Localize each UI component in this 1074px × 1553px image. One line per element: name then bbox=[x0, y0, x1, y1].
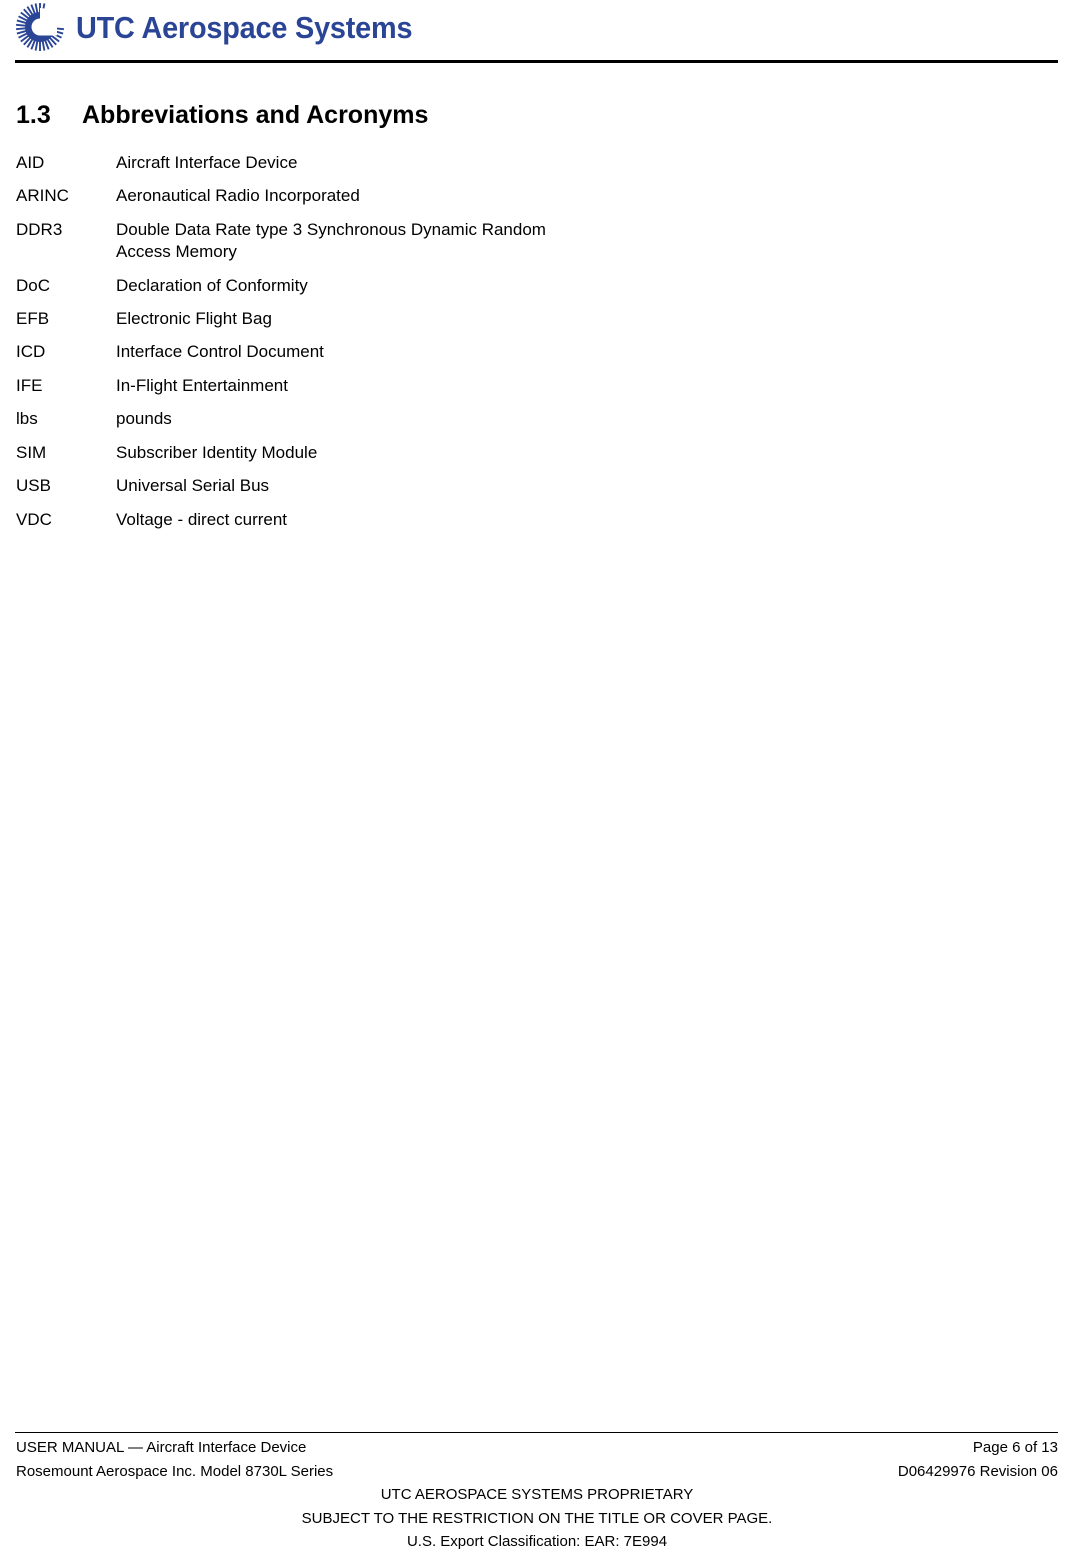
footer-page-number: Page 6 of 13 bbox=[972, 1439, 1058, 1456]
abbreviation-term: USB bbox=[16, 476, 51, 496]
brand-wordmark: UTC Aerospace Systems bbox=[76, 9, 413, 45]
abbreviation-term: EFB bbox=[16, 308, 50, 328]
list-item: SIM Subscriber Identity Module bbox=[0, 442, 1074, 475]
abbreviation-definition: Electronic Flight Bag bbox=[116, 308, 272, 328]
abbreviation-definition: Aircraft Interface Device bbox=[116, 152, 298, 172]
brand-logo: UTC Aerospace Systems bbox=[14, 2, 438, 52]
list-item: EFB Electronic Flight Bag bbox=[0, 308, 1074, 341]
footer-line-second: Rosemount Aerospace Inc. Model 8730L Ser… bbox=[0, 1460, 1074, 1484]
list-item: lbs pounds bbox=[0, 408, 1074, 441]
abbreviation-definition: Universal Serial Bus bbox=[116, 476, 270, 496]
abbreviation-definition: Aeronautical Radio Incorporated bbox=[116, 186, 360, 206]
abbreviation-term: ICD bbox=[16, 342, 46, 362]
page-title: 1.3 Abbreviations and Acronyms bbox=[0, 68, 1074, 130]
list-item: DDR3 Double Data Rate type 3 Synchronous… bbox=[0, 219, 1074, 275]
list-item: USB Universal Serial Bus bbox=[0, 475, 1074, 508]
abbreviation-definition: Interface Control Document bbox=[116, 342, 324, 362]
page-footer: USER MANUAL — Aircraft Interface Device … bbox=[0, 1432, 1074, 1550]
abbreviation-definition: Subscriber Identity Module bbox=[116, 442, 318, 462]
utc-sunburst-icon bbox=[16, 3, 64, 51]
abbreviation-term: VDC bbox=[16, 509, 52, 529]
abbreviation-term: AID bbox=[16, 152, 45, 172]
section-title: Abbreviations and Acronyms bbox=[82, 101, 429, 129]
list-item: ICD Interface Control Document bbox=[0, 341, 1074, 374]
section-number: 1.3 bbox=[16, 101, 51, 129]
abbreviation-term: ARINC bbox=[16, 186, 69, 206]
header-divider bbox=[15, 60, 1058, 63]
abbreviation-definition: Declaration of Conformity bbox=[116, 275, 308, 295]
list-item: DoC Declaration of Conformity bbox=[0, 275, 1074, 308]
page-content: 1.3 Abbreviations and Acronyms AID Aircr… bbox=[0, 68, 1074, 542]
list-item: AID Aircraft Interface Device bbox=[0, 152, 1074, 185]
footer-document-number: D06429976 Revision 06 bbox=[897, 1462, 1058, 1480]
footer-doc-title: USER MANUAL — Aircraft Interface Device bbox=[16, 1439, 307, 1456]
abbreviation-definition: Double Data Rate type 3 Synchronous Dyna… bbox=[116, 219, 546, 262]
footer-proprietary-line-2: SUBJECT TO THE RESTRICTION ON THE TITLE … bbox=[301, 1509, 773, 1527]
list-item: VDC Voltage - direct current bbox=[0, 509, 1074, 542]
abbreviation-term: DDR3 bbox=[16, 219, 63, 239]
footer-line-top: USER MANUAL — Aircraft Interface Device … bbox=[0, 1436, 1074, 1460]
footer-content: USER MANUAL — Aircraft Interface Device … bbox=[0, 1436, 1074, 1553]
abbreviation-definition: Voltage - direct current bbox=[116, 509, 288, 529]
abbreviation-term: DoC bbox=[16, 275, 51, 295]
footer-export-classification: U.S. Export Classification: EAR: 7E994 bbox=[406, 1532, 668, 1550]
abbreviation-term: IFE bbox=[16, 375, 43, 395]
list-item: ARINC Aeronautical Radio Incorporated bbox=[0, 185, 1074, 218]
abbreviation-definition: In-Flight Entertainment bbox=[116, 375, 288, 395]
abbreviation-definition: pounds bbox=[116, 409, 172, 429]
list-item: IFE In-Flight Entertainment bbox=[0, 375, 1074, 408]
abbreviation-term: lbs bbox=[16, 409, 38, 429]
abbreviations-list: AID Aircraft Interface Device ARINC Aero… bbox=[0, 130, 1074, 542]
abbreviation-term: SIM bbox=[16, 442, 47, 462]
footer-company-model: Rosemount Aerospace Inc. Model 8730L Ser… bbox=[16, 1462, 334, 1480]
footer-divider bbox=[15, 1432, 1058, 1433]
page-header: UTC Aerospace Systems bbox=[0, 0, 1074, 68]
footer-proprietary-line-1: UTC AEROSPACE SYSTEMS PROPRIETARY bbox=[380, 1486, 694, 1504]
